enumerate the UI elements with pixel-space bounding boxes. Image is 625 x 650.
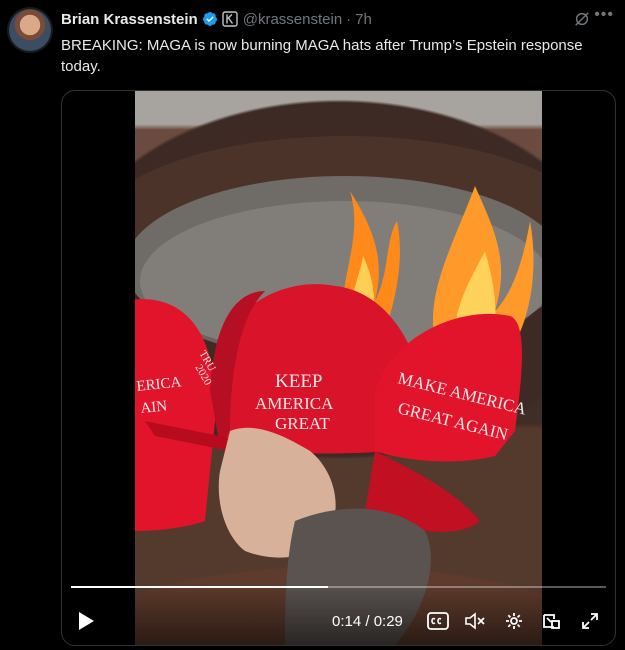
- author-name[interactable]: Brian Krassenstein: [61, 11, 198, 28]
- author-handle[interactable]: @krassenstein: [243, 11, 342, 28]
- verified-badge-icon: [202, 12, 217, 26]
- video-player[interactable]: ERICA AIN TRU 2020 KEEP AMERICA GREAT MA…: [61, 90, 616, 646]
- captions-icon: [427, 612, 449, 630]
- pip-button[interactable]: [540, 611, 562, 631]
- avatar[interactable]: [9, 9, 51, 51]
- separator-dot: ·: [346, 10, 352, 28]
- affiliate-icon: [222, 11, 238, 27]
- play-icon: [79, 612, 94, 630]
- play-button[interactable]: [76, 611, 96, 631]
- timestamp[interactable]: 7h: [355, 11, 372, 28]
- mute-button[interactable]: [464, 611, 486, 631]
- settings-icon: [506, 613, 522, 629]
- hat-center-line-2: AMERICA: [255, 394, 334, 413]
- pip-icon: [543, 614, 560, 629]
- progress-track[interactable]: [71, 586, 606, 588]
- hat-left-line-2: AIN: [140, 398, 168, 417]
- timecode: 0:14 / 0:29: [332, 612, 403, 630]
- mute-icon: [465, 612, 485, 630]
- fullscreen-button[interactable]: [579, 611, 601, 631]
- video-frame[interactable]: ERICA AIN TRU 2020 KEEP AMERICA GREAT MA…: [135, 91, 542, 645]
- settings-button[interactable]: [503, 611, 525, 631]
- hat-center-line-1: KEEP: [275, 371, 323, 392]
- tweet-header: Brian Krassenstein @krassenstein · 7h: [61, 9, 615, 29]
- captions-button[interactable]: [427, 611, 449, 631]
- video-scene: ERICA AIN TRU 2020 KEEP AMERICA GREAT MA…: [135, 136, 542, 645]
- progress-fill: [71, 586, 328, 588]
- fullscreen-icon: [582, 613, 598, 629]
- tweet-text: BREAKING: MAGA is now burning MAGA hats …: [61, 37, 583, 75]
- hat-center-line-3: GREAT: [275, 414, 330, 433]
- more-icon[interactable]: •••: [594, 6, 614, 24]
- grok-icon[interactable]: [573, 10, 591, 28]
